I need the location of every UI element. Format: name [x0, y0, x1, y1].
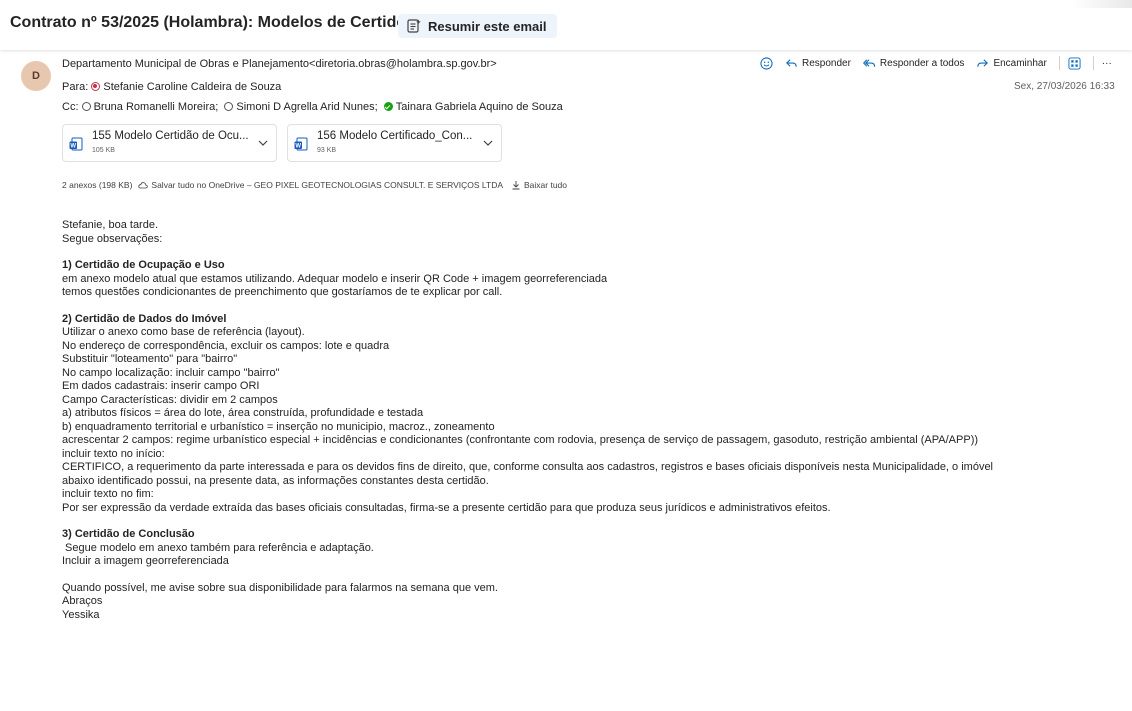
body-line: Abraços	[62, 595, 103, 607]
message-actions: Responder Responder a todos Encaminhar ·…	[760, 56, 1124, 70]
word-file-icon: W	[69, 137, 83, 151]
body-line: Em dados cadastrais: inserir campo ORI	[62, 380, 260, 392]
attachment-name: 156 Modelo Certificado_Con...	[317, 130, 473, 142]
chevron-down-icon[interactable]	[482, 137, 494, 149]
body-line: Substituir "loteamento" para "bairro"	[62, 353, 238, 365]
svg-text:W: W	[295, 144, 301, 150]
toolbar-divider	[1058, 56, 1060, 70]
signature: Yessika	[62, 608, 100, 621]
body-line: incluir texto no fim:	[62, 488, 154, 500]
attachment-card[interactable]: W 155 Modelo Certidão de Ocu... 105 KB	[62, 124, 277, 162]
body-line: Segue observações:	[62, 232, 163, 245]
body-line: Utilizar o anexo como base de referência…	[62, 326, 305, 338]
toolbar-divider	[1092, 56, 1094, 70]
reply-all-label: Responder a todos	[879, 57, 965, 69]
attachment-size: 105 KB	[92, 147, 115, 154]
cc-line: Cc: Bruna Romanelli Moreira; Simoni D Ag…	[62, 101, 563, 113]
body-line: abaixo identificado possui, na presente …	[62, 474, 489, 487]
summarize-icon	[407, 19, 421, 33]
summarize-button[interactable]: Resumir este email	[398, 14, 557, 38]
reply-all-button[interactable]: Responder a todos	[862, 57, 965, 70]
message-date: Sex, 27/03/2026 16:33	[1014, 81, 1115, 92]
body-line: b) enquadramento territorial e urbanísti…	[62, 420, 495, 433]
reply-icon	[786, 58, 797, 67]
more-icon: ···	[1101, 57, 1112, 69]
message-header-bar: Contrato nº 53/2025 (Holambra): Modelos …	[0, 0, 1132, 50]
emoji-reaction-button[interactable]	[760, 56, 773, 70]
body-line: No campo localização: incluir campo "bai…	[62, 366, 280, 379]
body-line: CERTIFICO, a requerimento da parte inter…	[62, 461, 994, 473]
sender-avatar[interactable]: D	[21, 61, 51, 91]
body-line: acrescentar 2 campos: regime urbanístico…	[62, 434, 979, 446]
sender-name[interactable]: Departamento Municipal de Obras e Planej…	[62, 58, 497, 70]
forward-button[interactable]: Encaminhar	[976, 57, 1047, 70]
more-actions-button[interactable]: ···	[1102, 58, 1112, 69]
reply-label: Responder	[802, 57, 851, 69]
presence-offline-icon	[224, 102, 234, 111]
to-line: Para: Stefanie Caroline Caldeira de Souz…	[62, 81, 281, 93]
body-line: a) atributos físicos = área do lote, áre…	[62, 407, 424, 419]
svg-text:W: W	[70, 144, 76, 150]
presence-dnd-icon	[91, 82, 101, 91]
body-line: Segue modelo em anexo também para referê…	[62, 541, 374, 554]
attachments-count: 2 anexos (198 KB)	[62, 180, 133, 190]
smiley-icon	[760, 56, 773, 70]
scroll-shadow	[1072, 0, 1132, 8]
presence-available-icon	[383, 102, 393, 111]
cloud-icon	[138, 182, 149, 189]
section-heading: 1) Certidão de Ocupação e Uso	[62, 259, 225, 271]
email-subject: Contrato nº 53/2025 (Holambra): Modelos …	[10, 14, 424, 31]
body-line: Campo Características: dividir em 2 camp…	[62, 393, 278, 406]
apps-button[interactable]	[1068, 56, 1081, 70]
body-line: Stefanie, boa tarde.	[62, 219, 159, 231]
cc-recipient[interactable]: Simoni D Agrella Arid Nunes;	[236, 101, 377, 113]
chevron-down-icon[interactable]	[257, 137, 269, 149]
body-line: temos questões condicionantes de preench…	[62, 286, 503, 298]
reply-button[interactable]: Responder	[785, 57, 851, 70]
forward-icon	[977, 58, 989, 67]
body-line: Incluir a imagem georreferenciada	[62, 555, 229, 567]
section-heading: 3) Certidão de Conclusão	[62, 528, 195, 540]
presence-offline-icon	[81, 102, 91, 111]
to-label: Para:	[62, 81, 89, 93]
reply-all-icon	[862, 58, 876, 67]
attachments-summary: 2 anexos (198 KB) Salvar tudo no OneDriv…	[62, 180, 567, 190]
save-onedrive-link[interactable]: Salvar tudo no OneDrive – GEO PIXEL GEOT…	[151, 180, 503, 190]
cc-recipient[interactable]: Bruna Romanelli Moreira;	[94, 101, 219, 113]
word-file-icon: W	[294, 137, 308, 151]
apps-grid-icon	[1068, 56, 1081, 70]
download-icon	[512, 181, 520, 190]
email-body: Stefanie, boa tarde. Segue observações: …	[62, 219, 1122, 622]
forward-label: Encaminhar	[993, 57, 1047, 69]
cc-label: Cc:	[62, 101, 79, 113]
attachment-name: 155 Modelo Certidão de Ocu...	[92, 130, 249, 142]
attachment-card[interactable]: W 156 Modelo Certificado_Con... 93 KB	[287, 124, 502, 162]
body-line: No endereço de correspondência, excluir …	[62, 339, 390, 352]
body-line: Por ser expressão da verdade extraída da…	[62, 501, 831, 514]
body-line: incluir texto no início:	[62, 447, 165, 460]
attachment-size: 93 KB	[317, 147, 337, 154]
download-all-link[interactable]: Baixar tudo	[524, 180, 567, 190]
section-heading: 2) Certidão de Dados do Imóvel	[62, 312, 227, 325]
to-recipient[interactable]: Stefanie Caroline Caldeira de Souza	[103, 81, 281, 93]
cc-recipient[interactable]: Tainara Gabriela Aquino de Souza	[396, 101, 563, 113]
summarize-label: Resumir este email	[428, 18, 547, 34]
body-line: em anexo modelo atual que estamos utiliz…	[62, 272, 608, 285]
body-line: Quando possível, me avise sobre sua disp…	[62, 581, 498, 594]
